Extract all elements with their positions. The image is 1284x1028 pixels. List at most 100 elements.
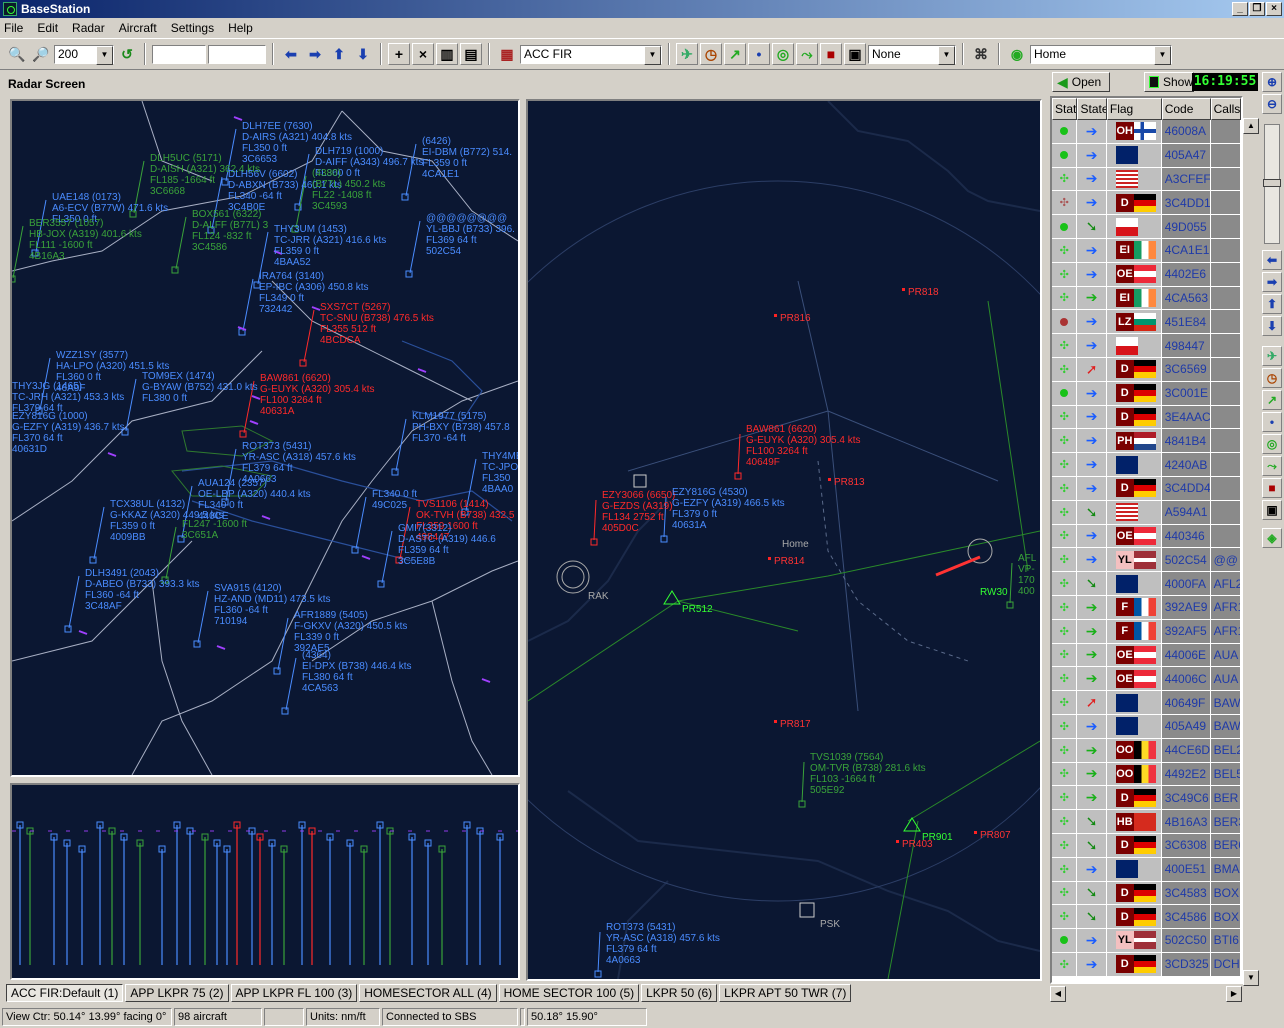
aircraft-row[interactable]: ✣ ➔ PH 4841B4	[1052, 429, 1241, 454]
network-icon[interactable]: ⌘	[970, 43, 992, 65]
aircraft-row[interactable]: ✣ ➔ D 3C4DD1	[1052, 191, 1241, 216]
aircraft-label[interactable]: TVS1039 (7564) OM-TVR (B738) 281.6 kts F…	[810, 752, 926, 796]
filter-select[interactable]: None	[868, 44, 956, 65]
scroll-up-icon[interactable]: ▲	[1243, 118, 1259, 134]
aircraft-label[interactable]: (4380) (B77L) 450.2 kts FL22 -1408 ft 3C…	[312, 168, 385, 212]
aircraft-row[interactable]: ✣ ➔ EI 4CA1E1	[1052, 238, 1241, 263]
aircraft-row[interactable]: ✣ ➔ F 392AF5AFR1	[1052, 619, 1241, 644]
aircraft-row[interactable]: ➔ YL 502C50 BTI6	[1052, 929, 1241, 953]
add-icon[interactable]: +	[388, 43, 410, 65]
aircraft-symbol[interactable]	[171, 266, 179, 274]
aircraft-row[interactable]: ✣ ➔ F 392AE9AFR1	[1052, 595, 1241, 620]
radar-view-right[interactable]: BAW861 (6620) G-EUYK (A320) 305.4 kts FL…	[526, 99, 1042, 981]
aircraft-symbol[interactable]	[401, 193, 409, 201]
col-code[interactable]: Code	[1161, 98, 1211, 120]
aircraft-label[interactable]: (4364) EI-DPX (B738) 446.4 kts FL380 64 …	[302, 650, 412, 694]
tab-app-lkpr-75[interactable]: APP LKPR 75 (2)	[125, 984, 229, 1002]
menu-aircraft[interactable]: Aircraft	[119, 21, 157, 35]
aircraft-row[interactable]: ✣ ➘ HB 4B16A3BER3	[1052, 810, 1241, 834]
side-zoom-out-icon[interactable]: ⊖	[1262, 94, 1282, 114]
side-window-icon[interactable]: ▣	[1262, 500, 1282, 520]
aircraft-symbol[interactable]	[89, 556, 97, 564]
side-dot-icon[interactable]: •	[1262, 412, 1282, 432]
aircraft-symbol[interactable]	[281, 707, 289, 715]
side-record-icon[interactable]: ■	[1262, 478, 1282, 498]
aircraft-row[interactable]: ✣ ➔ A3CFEF	[1052, 167, 1241, 192]
aircraft-label[interactable]: EZY3066 (6650) G-EZDS (A319) FL134 2752 …	[602, 490, 675, 534]
side-target-icon[interactable]: ◎	[1262, 434, 1282, 454]
arrow-down-icon[interactable]: ⬇	[352, 43, 374, 65]
aircraft-row[interactable]: ✣ ➔ 498447	[1052, 334, 1241, 358]
aircraft-label[interactable]: EZY816G (4530) G-EZFY (A319) 466.5 kts F…	[672, 487, 785, 531]
split-horizontal-icon[interactable]: ▤	[460, 43, 482, 65]
aircraft-row[interactable]: ✣ ➔ OO 4492E2 BEL5	[1052, 762, 1241, 787]
aircraft-label[interactable]: THY3JG (1465) TC-JRH (A321) 453.3 kts FL…	[12, 381, 124, 414]
col-state[interactable]: State	[1077, 98, 1107, 120]
side-arrow-left-icon[interactable]: ⬅	[1262, 250, 1282, 270]
aircraft-row[interactable]: ✣ ➔ 400E51 BMA	[1052, 857, 1241, 882]
aircraft-label[interactable]: DLH3491 (2043) D-ABEO (B733) 393.3 kts F…	[85, 568, 200, 612]
aircraft-list[interactable]: Stat State Flag Code Callsi ➔ OH 46008A ➔ 40…	[1050, 96, 1243, 984]
aircraft-row[interactable]: ➔ OH 46008A	[1052, 120, 1241, 144]
col-callsign[interactable]: Callsi	[1210, 98, 1241, 120]
window-icon[interactable]: ▣	[844, 43, 866, 65]
aircraft-label[interactable]: @@@@@@@@ YL-BBJ (B733) 396. FL369 64 ft …	[426, 213, 515, 257]
remove-icon[interactable]: ×	[412, 43, 434, 65]
aircraft-symbol[interactable]	[193, 640, 201, 648]
col-flag[interactable]: Flag	[1106, 98, 1162, 120]
tab-home-sector-100[interactable]: HOME SECTOR 100 (5)	[498, 984, 640, 1002]
aircraft-symbol[interactable]	[273, 667, 281, 675]
aircraft-row[interactable]: ➔ LZ 451E84	[1052, 310, 1241, 335]
plane-icon[interactable]: ✈	[676, 43, 698, 65]
show-button[interactable]: Show	[1144, 72, 1194, 92]
scroll-down-icon[interactable]: ▼	[1243, 970, 1259, 986]
aircraft-row[interactable]: ✣ ➘ A594A1	[1052, 500, 1241, 525]
aircraft-label[interactable]: BOX561 (6322) D-ALFF (B77L) 3 FL124 -832…	[192, 209, 268, 253]
tab-homesector-all[interactable]: HOMESECTOR ALL (4)	[359, 984, 497, 1002]
arrow-up-icon[interactable]: ⬆	[328, 43, 350, 65]
aircraft-row[interactable]: ➔ D 3C001E	[1052, 381, 1241, 406]
split-vertical-icon[interactable]: ▥	[436, 43, 458, 65]
aircraft-label[interactable]: AFR1889 (5405) F-GKXV (A320) 450.5 kts F…	[294, 610, 407, 654]
aircraft-label[interactable]: BAW861 (6620) G-EUYK (A320) 305.4 kts FL…	[746, 424, 861, 468]
side-plane-icon[interactable]: ✈	[1262, 346, 1282, 366]
side-arrow-right-icon[interactable]: ➡	[1262, 272, 1282, 292]
scroll-right-icon[interactable]: ▶	[1226, 986, 1242, 1002]
tab-lkpr-apt-50-twr[interactable]: LKPR APT 50 TWR (7)	[719, 984, 852, 1002]
range-field-1[interactable]	[152, 44, 206, 64]
track-icon[interactable]: ⤳	[796, 43, 818, 65]
tab-app-lkpr-fl100[interactable]: APP LKPR FL 100 (3)	[230, 984, 358, 1002]
tab-acc-fir[interactable]: ACC FIR:Default (1)	[6, 984, 124, 1002]
aircraft-label[interactable]: BAW861 (6620) G-EUYK (A320) 305.4 kts FL…	[260, 373, 375, 417]
aircraft-symbol[interactable]	[351, 546, 359, 554]
aircraft-row[interactable]: ✣ ➔ D 3C49C6 BER	[1052, 786, 1241, 811]
layers-icon[interactable]: ▦	[496, 43, 518, 65]
altitude-profile-view[interactable]	[10, 783, 520, 980]
aircraft-row[interactable]: ✣ ➔ OE 44006E AUA	[1052, 643, 1241, 668]
restore-button[interactable]: ❐	[1249, 2, 1265, 16]
side-zoom-in-icon[interactable]: ⊕	[1262, 72, 1282, 92]
aircraft-row[interactable]: ➘ 49D055	[1052, 215, 1241, 239]
aircraft-row[interactable]: ✣ ➘ D 3C4583 BOX	[1052, 881, 1241, 906]
menu-settings[interactable]: Settings	[171, 21, 214, 35]
radar-view-left[interactable]: DLH7EE (7630) D-AIRS (A321) 404.8 kts FL…	[10, 99, 520, 777]
aircraft-label[interactable]: THY4ME TC-JPO FL350 4BAA0	[482, 451, 518, 495]
location-select[interactable]: Home	[1030, 44, 1172, 65]
record-icon[interactable]: ■	[820, 43, 842, 65]
list-vertical-scrollbar[interactable]: ▲ ▼	[1243, 118, 1259, 986]
aircraft-row[interactable]: ✣ ➔ D 3CD325 DCH	[1052, 952, 1241, 977]
aircraft-row[interactable]: ✣ ➚ D 3C6569	[1052, 357, 1241, 382]
aircraft-row[interactable]: ✣ ➔ D 3C4DD4	[1052, 476, 1241, 501]
arrow-left-icon[interactable]: ⬅	[280, 43, 302, 65]
globe-icon[interactable]: ◉	[1006, 43, 1028, 65]
tab-lkpr-50[interactable]: LKPR 50 (6)	[641, 984, 718, 1002]
side-track-icon[interactable]: ⤳	[1262, 456, 1282, 476]
menu-edit[interactable]: Edit	[37, 21, 58, 35]
aircraft-symbol[interactable]	[377, 580, 385, 588]
side-radar-icon[interactable]: ◈	[1262, 528, 1282, 548]
col-stat[interactable]: Stat	[1052, 98, 1078, 120]
aircraft-row[interactable]: ✣ ➘ D 3C6308BER6	[1052, 833, 1241, 858]
aircraft-symbol[interactable]	[239, 430, 247, 438]
aircraft-label[interactable]: TOM9EX (1474) G-BYAW (B752) 431.0 kts FL…	[142, 371, 258, 404]
side-chart-icon[interactable]: ↗	[1262, 390, 1282, 410]
